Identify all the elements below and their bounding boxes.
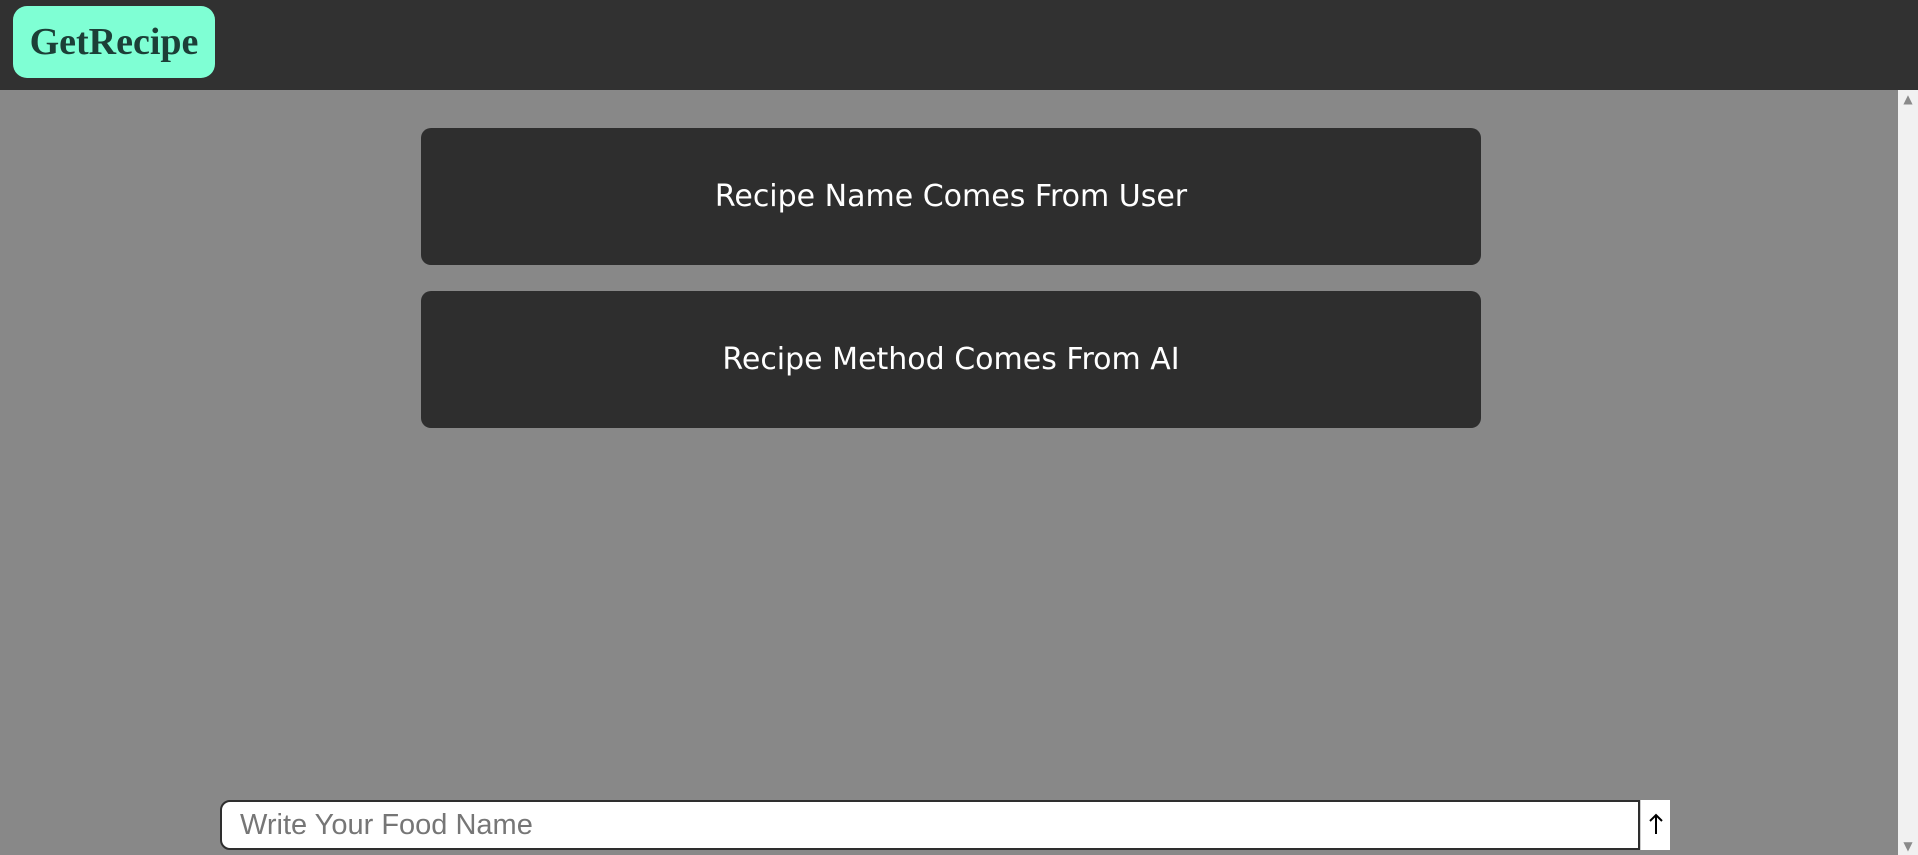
vertical-scrollbar[interactable]: ▲ ▼ bbox=[1898, 90, 1918, 855]
recipe-content-area: Recipe Name Comes From User Recipe Metho… bbox=[0, 90, 1898, 855]
food-name-input[interactable] bbox=[220, 800, 1640, 850]
scroll-down-arrow-icon[interactable]: ▼ bbox=[1898, 839, 1918, 853]
logo-button[interactable]: GetRecipe bbox=[13, 6, 215, 78]
arrow-up-icon bbox=[1648, 813, 1664, 838]
scroll-up-arrow-icon[interactable]: ▲ bbox=[1898, 92, 1918, 106]
food-search-bar bbox=[220, 800, 1670, 850]
logo-text: GetRecipe bbox=[29, 21, 199, 63]
recipe-method-text: Recipe Method Comes From AI bbox=[722, 342, 1180, 377]
recipe-name-card: Recipe Name Comes From User bbox=[421, 128, 1481, 265]
recipe-name-text: Recipe Name Comes From User bbox=[714, 179, 1188, 214]
recipe-method-card: Recipe Method Comes From AI bbox=[421, 291, 1481, 428]
top-bar: GetRecipe bbox=[0, 0, 1918, 90]
send-button[interactable] bbox=[1640, 800, 1670, 850]
